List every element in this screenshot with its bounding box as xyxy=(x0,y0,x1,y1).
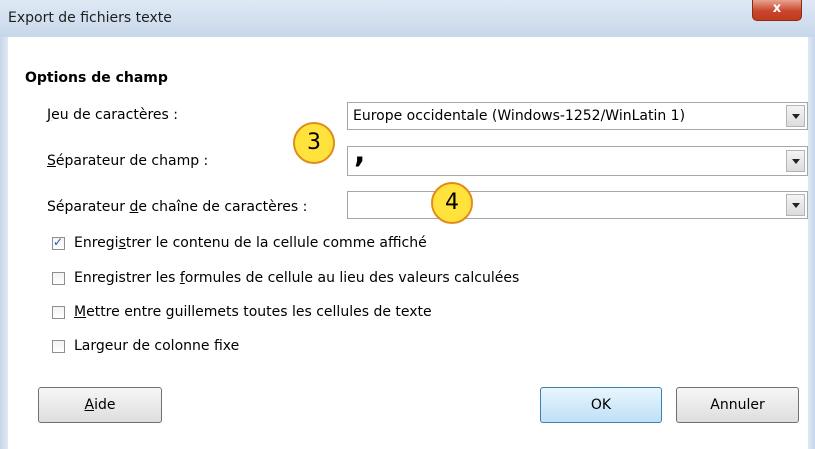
charset-select[interactable]: Europe occidentale (Windows-1252/WinLati… xyxy=(347,102,808,130)
option-checkbox-save-formulas[interactable] xyxy=(52,272,65,285)
window-frame-right xyxy=(808,37,815,449)
chevron-down-icon[interactable] xyxy=(786,105,805,127)
ok-button[interactable]: OK xyxy=(540,387,662,423)
option-checkbox-quote-text[interactable] xyxy=(52,306,65,319)
charset-label: Jeu de caractères : xyxy=(47,107,178,123)
help-button[interactable]: Aide xyxy=(38,387,162,423)
window-frame-left xyxy=(0,37,8,449)
chevron-down-icon[interactable] xyxy=(786,194,805,216)
chevron-down-icon[interactable] xyxy=(786,150,805,172)
section-title: Options de champ xyxy=(25,70,168,86)
close-button[interactable]: x xyxy=(752,0,802,21)
option-label-save-formulas[interactable]: Enregistrer les formules de cellule au l… xyxy=(74,270,519,286)
annotation-badge-3: 3 xyxy=(293,122,335,164)
close-icon: x xyxy=(772,1,782,16)
title-bar[interactable]: Export de fichiers texte x xyxy=(0,0,815,38)
field-separator-select[interactable]: , xyxy=(347,135,808,176)
annotation-badge-4: 4 xyxy=(431,182,473,224)
export-text-dialog: Export de fichiers texte x Options de ch… xyxy=(0,0,815,449)
option-checkbox-save-as-shown[interactable] xyxy=(52,235,65,250)
option-checkbox-fixed-width[interactable] xyxy=(52,340,65,353)
string-separator-label: Séparateur de chaîne de caractères : xyxy=(47,199,308,215)
charset-value: Europe occidentale (Windows-1252/WinLati… xyxy=(353,108,686,124)
cancel-button[interactable]: Annuler xyxy=(676,387,799,423)
option-label-save-as-shown[interactable]: Enregistrer le contenu de la cellule com… xyxy=(74,235,427,251)
option-label-fixed-width[interactable]: Largeur de colonne fixe xyxy=(74,338,239,354)
field-separator-value: , xyxy=(354,135,366,170)
option-label-quote-text[interactable]: Mettre entre guillemets toutes les cellu… xyxy=(74,304,432,320)
string-separator-select[interactable] xyxy=(347,191,808,219)
dialog-title: Export de fichiers texte xyxy=(8,10,172,26)
field-separator-label: Séparateur de champ : xyxy=(47,153,209,169)
